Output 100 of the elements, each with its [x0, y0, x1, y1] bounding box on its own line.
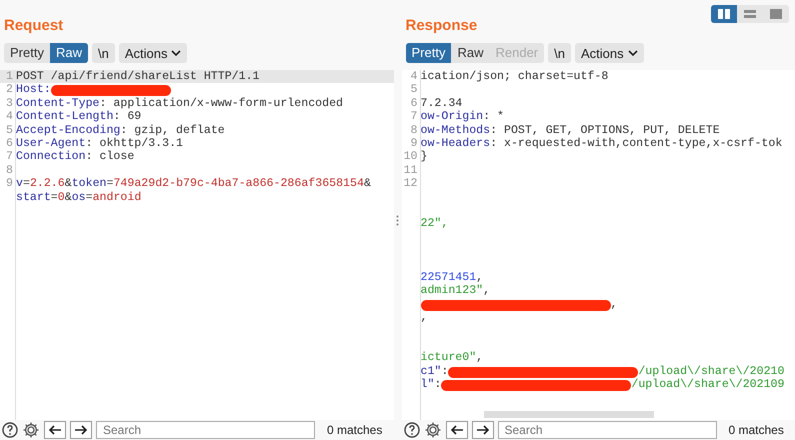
code-text: Content-Type: [16, 96, 100, 110]
match-count: 0 matches: [327, 423, 382, 437]
code-text: : close: [86, 150, 134, 164]
code-text: 749a29d2-b79c-4ba7-a866-286af3658154: [113, 177, 364, 191]
line-number: 8: [410, 124, 418, 137]
code-text: : *: [483, 110, 504, 124]
view-tab[interactable]: Pretty: [4, 43, 50, 63]
code-text: c1": [420, 364, 442, 378]
search-field[interactable]: Search: [498, 421, 716, 439]
right-arrow-icon: [476, 425, 490, 435]
code-text: }: [420, 150, 428, 164]
panel-title: Request: [4, 17, 64, 36]
code-text: start: [16, 190, 51, 204]
code-text: Host:: [16, 83, 51, 97]
code-text: 22571451: [420, 270, 476, 284]
line-number: 11: [404, 164, 418, 178]
layout-toggle-button[interactable]: [763, 5, 789, 23]
code-text: /upload\/share\/202109: [631, 378, 784, 392]
code-text: : 69: [113, 110, 142, 124]
next-button[interactable]: [70, 421, 92, 439]
line-number: 10: [404, 150, 418, 164]
previous-button[interactable]: [446, 421, 468, 439]
code-text: : POST, GET, OPTIONS, PUT, DELETE: [490, 124, 720, 137]
code-text: : okhttp/3.3.1: [86, 136, 183, 150]
code-text: : application/x-www-form-urlencoded: [100, 96, 344, 110]
code-text: =: [22, 177, 30, 191]
view-tab[interactable]: Raw: [451, 43, 490, 63]
code-text: 22",: [420, 217, 448, 231]
code-text: :: [441, 364, 448, 378]
line-number: 1: [6, 70, 13, 84]
chevron-icon: [628, 50, 638, 56]
view-tab[interactable]: Pretty: [406, 43, 452, 63]
code-text: &: [64, 190, 72, 204]
actions-button[interactable]: Actions: [574, 43, 644, 63]
code-text: l": [420, 378, 434, 392]
code-text: : x-requested-with,content-type,x-csrf-tok: [490, 136, 782, 150]
code-text: Connection: [16, 150, 86, 164]
line-number: 7: [6, 150, 13, 164]
line-number: 12: [404, 177, 418, 191]
line-number: 5: [410, 83, 418, 97]
newline-button[interactable]: \n: [548, 43, 571, 63]
code-text: /upload\/share\/20210: [638, 364, 784, 378]
code-text: ,: [420, 311, 428, 324]
actions-button[interactable]: Actions: [118, 43, 188, 63]
code-text: ication/json; charset=utf-8: [420, 70, 608, 84]
code-text: POST /api/friend/shareList HTTP/1.1: [16, 70, 260, 84]
code-text: 2.2.6: [30, 177, 65, 191]
code-text: ,: [610, 298, 618, 312]
layout-toggle-button[interactable]: [737, 5, 763, 23]
settings-icon[interactable]: [424, 421, 442, 439]
code-text: v: [16, 177, 23, 191]
view-tab[interactable]: Raw: [50, 43, 88, 63]
search-field[interactable]: Search: [96, 421, 315, 439]
line-number: 9: [6, 177, 13, 191]
code-text: ow-Headers: [420, 136, 490, 150]
code-text: icture0": [420, 351, 476, 365]
line-number: 6: [410, 96, 418, 110]
code-text: token: [72, 177, 106, 191]
code-text: &: [364, 177, 371, 191]
rows-icon: [744, 9, 756, 19]
left-arrow-icon: [48, 425, 62, 435]
panel-title: Response: [406, 17, 478, 36]
code-text: admin123": [420, 284, 484, 298]
code-text: ow-Origin: [420, 110, 484, 124]
code-text: Content-Length: [16, 110, 114, 124]
code-text: User-Agent: [16, 136, 86, 150]
line-number: 2: [6, 83, 13, 97]
code-text: 0: [58, 190, 65, 204]
scrollbar[interactable]: [484, 411, 654, 418]
line-number: 9: [410, 136, 418, 150]
code-text: ,: [483, 284, 490, 298]
code-text: ow-Methods: [420, 124, 490, 137]
right-arrow-icon: [74, 425, 88, 435]
code-text: 7.2.34: [420, 96, 462, 110]
code-text: android: [92, 190, 142, 204]
code-text: :: [434, 378, 442, 392]
previous-button[interactable]: [44, 421, 66, 439]
help-icon[interactable]: [2, 422, 18, 438]
code-text: =: [86, 190, 93, 204]
line-number: 5: [6, 124, 13, 137]
columns-icon: [718, 9, 730, 19]
code-text: =: [106, 177, 114, 191]
newline-button[interactable]: \n: [92, 43, 115, 63]
line-number: 8: [6, 164, 13, 178]
settings-icon[interactable]: [22, 421, 40, 439]
match-count: 0 matches: [728, 423, 784, 437]
line-number: 7: [410, 110, 418, 124]
line-number: 4: [410, 70, 418, 84]
next-button[interactable]: [472, 421, 494, 439]
code-text: &: [64, 177, 72, 191]
code-text: =: [50, 190, 58, 204]
help-icon[interactable]: [404, 422, 420, 438]
line-number: 4: [6, 110, 13, 124]
layout-toggle-button[interactable]: [711, 5, 737, 23]
code-text: : gzip, deflate: [120, 124, 225, 137]
splitter-handle-icon[interactable]: [396, 214, 399, 226]
code-text: ,: [476, 270, 484, 284]
code-text: os: [72, 190, 86, 204]
line-number: 6: [6, 136, 13, 150]
line-number: 3: [6, 96, 13, 110]
